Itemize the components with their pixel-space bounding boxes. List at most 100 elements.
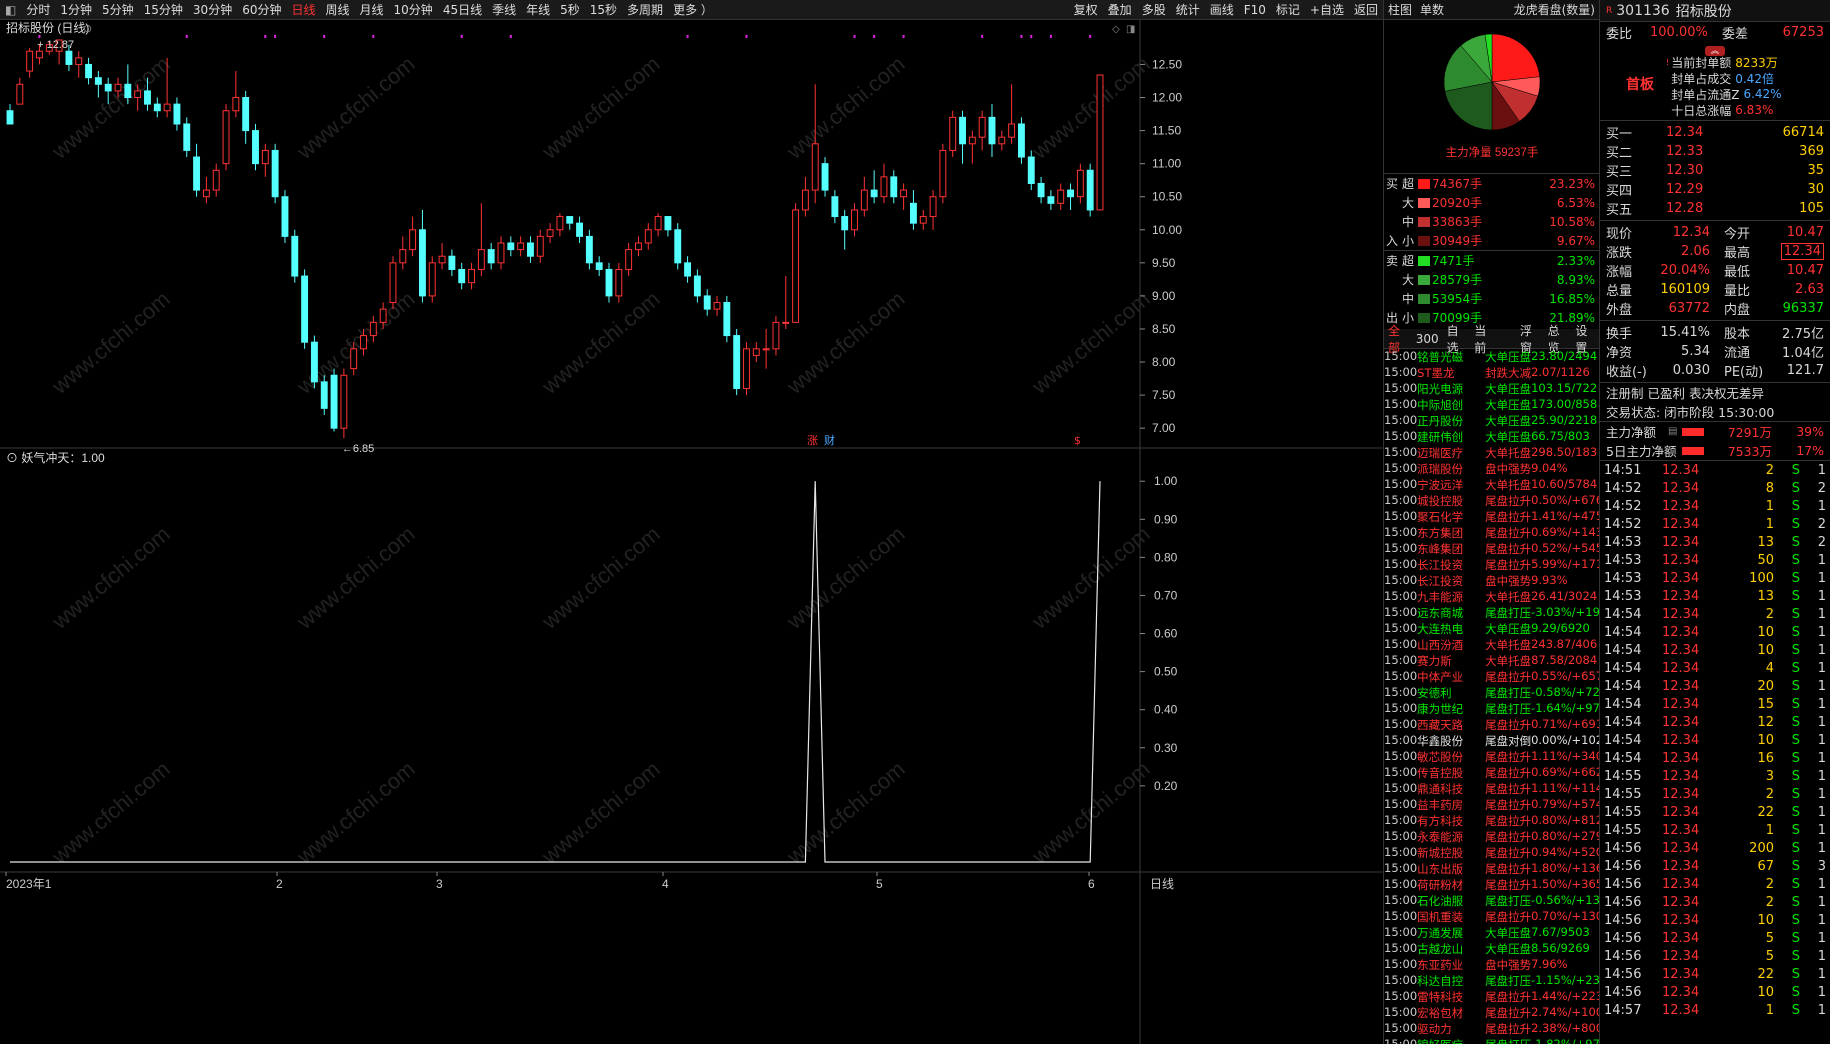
- period-tab[interactable]: 日线: [286, 0, 320, 20]
- radar-item[interactable]: 15:00 雷特科技 尾盘拉升 1.44%/+223: [1384, 989, 1599, 1005]
- radar-item[interactable]: 15:00 阳光电源 大单压盘 103.15/722: [1384, 381, 1599, 397]
- radar-item[interactable]: 15:00 中际旭创 大单压盘 173.00/858: [1384, 397, 1599, 413]
- radar-item[interactable]: 15:00 西藏天路 尾盘拉升 0.71%/+691: [1384, 717, 1599, 733]
- tool-button[interactable]: 多股: [1137, 0, 1171, 20]
- radar-item[interactable]: 15:00 科达自控 尾盘打压 -1.15%/+23: [1384, 973, 1599, 989]
- radar-item[interactable]: 15:00锦好医疗尾盘打压-1.82%/+97: [1384, 1037, 1599, 1044]
- trade-time: 14:52: [1604, 516, 1642, 532]
- bid-row[interactable]: 买三 12.30 35: [1600, 161, 1830, 180]
- period-tab[interactable]: 年线: [521, 0, 555, 20]
- radar-item[interactable]: 15:00 宁波远洋 大单托盘 10.60/5784: [1384, 477, 1599, 493]
- radar-item[interactable]: 15:00 九丰能源 大单托盘 26.41/3024: [1384, 589, 1599, 605]
- panel-toggle-icon[interactable]: ◧: [0, 0, 21, 20]
- y-tick-label: 7.50: [1152, 388, 1176, 402]
- radar-item[interactable]: 15:00 传音控股 尾盘拉升 0.69%/+662: [1384, 765, 1599, 781]
- candle-body: [880, 176, 888, 198]
- trade-side: S: [1791, 696, 1800, 712]
- radar-item[interactable]: 15:00 赛力斯 大单托盘 87.58/2084: [1384, 653, 1599, 669]
- radar-item[interactable]: 15:00 国机重装 尾盘拉升 0.70%/+130: [1384, 909, 1599, 925]
- tool-button[interactable]: 叠加: [1103, 0, 1137, 20]
- radar-item[interactable]: 15:00 敏芯股份 尾盘拉升 1.11%/+340: [1384, 749, 1599, 765]
- chart-area[interactable]: www.cfchi.com www.cfchi.com www.cfchi.com w…: [0, 20, 1383, 1044]
- period-tab[interactable]: 15秒: [585, 0, 622, 20]
- radar-list[interactable]: 15:00 铭普光磁 大单压盘 23.80/2494 15:00 ST墨龙 封跌大减 2.07…: [1384, 349, 1599, 1044]
- radar-item[interactable]: 15:00 永泰能源 尾盘拉升 0.80%/+279: [1384, 829, 1599, 845]
- tool-button[interactable]: 统计: [1171, 0, 1205, 20]
- radar-item[interactable]: 15:00 正丹股份 大单压盘 25.90/2218: [1384, 413, 1599, 429]
- radar-item[interactable]: 15:00 城投控股 尾盘拉升 0.50%/+676: [1384, 493, 1599, 509]
- tool-button[interactable]: 复权: [1069, 0, 1103, 20]
- period-tab[interactable]: 1分钟: [55, 0, 97, 20]
- radar-time: 15:00: [1384, 365, 1418, 379]
- radar-item[interactable]: 15:00 荷研粉材 尾盘拉升 1.50%/+365: [1384, 877, 1599, 893]
- trade-price: 12.34: [1662, 750, 1700, 766]
- radar-item[interactable]: 15:00 山西汾酒 大单托盘 243.87/406: [1384, 637, 1599, 653]
- tool-button[interactable]: +自选: [1305, 0, 1349, 20]
- radar-item[interactable]: 15:00 长江投资 盘中强势 9.93%: [1384, 573, 1599, 589]
- tab-count[interactable]: 单数: [1416, 1, 1448, 18]
- quote-panel: R 301136 招标股份 委比 100.00% 委差 67253 ︽ 首板 !…: [1599, 0, 1830, 1044]
- chart-svg[interactable]: www.cfchi.com www.cfchi.com www.cfchi.com w…: [0, 20, 1383, 1044]
- tool-button[interactable]: F10: [1239, 0, 1271, 20]
- radar-item[interactable]: 15:00 万通发展 大单压盘 7.67/9503: [1384, 925, 1599, 941]
- radar-item[interactable]: 15:00 宏裕包材 尾盘拉升 2.74%/+100: [1384, 1005, 1599, 1021]
- bid-row[interactable]: 买一 12.34 66714: [1600, 123, 1830, 142]
- period-tab[interactable]: 5秒: [555, 0, 585, 20]
- radar-item[interactable]: 15:00 远东商城 尾盘打压 -3.03%/+19: [1384, 605, 1599, 621]
- radar-item[interactable]: 15:00 派瑞股份 盘中强势 9.04%: [1384, 461, 1599, 477]
- radar-item[interactable]: 15:00 驱动力 尾盘拉升 2.38%/+800: [1384, 1021, 1599, 1037]
- period-tab[interactable]: 季线: [487, 0, 521, 20]
- bid-row[interactable]: 买四 12.29 30: [1600, 180, 1830, 199]
- radar-item[interactable]: 15:00 古越龙山 大单压盘 8.56/9269: [1384, 941, 1599, 957]
- radar-item[interactable]: 15:00 石化油服 尾盘打压 -0.56%/+13: [1384, 893, 1599, 909]
- trade-volume: 10: [1757, 912, 1774, 928]
- candle-body: [261, 149, 269, 165]
- radar-item[interactable]: 15:00 益丰药房 尾盘拉升 0.79%/+574: [1384, 797, 1599, 813]
- trade-list[interactable]: 14:51 12.34 2 S 1 14:52 12.34 8 S 2 14:52 12.34 1 S 1 1…: [1600, 461, 1830, 1019]
- period-tab[interactable]: 月线: [355, 0, 389, 20]
- radar-value: -0.58%/+72: [1531, 685, 1599, 699]
- radar-item[interactable]: 15:00 聚石化学 尾盘拉升 1.41%/+475: [1384, 509, 1599, 525]
- radar-item[interactable]: 15:00 东峰集团 尾盘拉升 0.52%/+545: [1384, 541, 1599, 557]
- radar-item[interactable]: 15:00 迈瑞医疗 大单托盘 298.50/183: [1384, 445, 1599, 461]
- tool-button[interactable]: 画线: [1205, 0, 1239, 20]
- radar-item[interactable]: 15:00 东方集团 尾盘拉升 0.69%/+143: [1384, 525, 1599, 541]
- candle-body: [301, 275, 309, 343]
- tool-button[interactable]: 标记: [1271, 0, 1305, 20]
- radar-tab[interactable]: 300: [1412, 332, 1443, 346]
- radar-item[interactable]: 15:00 ST墨龙 封跌大减 2.07/1126: [1384, 365, 1599, 381]
- period-tab[interactable]: 45日线: [438, 0, 487, 20]
- trade-volume: 2: [1765, 606, 1774, 622]
- radar-item[interactable]: 15:00 安德利 尾盘打压 -0.58%/+72: [1384, 685, 1599, 701]
- bid-row[interactable]: 买二 12.33 369: [1600, 142, 1830, 161]
- tool-button[interactable]: 返回: [1349, 0, 1383, 20]
- candle-body: [320, 381, 328, 409]
- trade-count: 1: [1817, 930, 1826, 946]
- seal-key: 封单占流通Z: [1671, 87, 1740, 102]
- bid-row[interactable]: 买五 12.28 105: [1600, 199, 1830, 218]
- period-tab[interactable]: 60分钟: [237, 0, 286, 20]
- period-tab[interactable]: 5分钟: [97, 0, 139, 20]
- period-tab[interactable]: 30分钟: [188, 0, 237, 20]
- period-tab[interactable]: 分时: [21, 0, 55, 20]
- period-tab[interactable]: 周线: [321, 0, 355, 20]
- period-tab[interactable]: 10分钟: [389, 0, 438, 20]
- radar-item[interactable]: 15:00 鼎通科技 尾盘拉升 1.11%/+114: [1384, 781, 1599, 797]
- radar-item[interactable]: 15:00 中体产业 尾盘拉升 0.55%/+657: [1384, 669, 1599, 685]
- radar-kind: 大单压盘: [1485, 414, 1532, 428]
- radar-item[interactable]: 15:00 新城控股 尾盘拉升 0.94%/+520: [1384, 845, 1599, 861]
- radar-item[interactable]: 15:00 大连热电 大单压盘 9.29/6920: [1384, 621, 1599, 637]
- tab-bar-chart[interactable]: 柱图: [1384, 1, 1416, 18]
- radar-item[interactable]: 15:00 长江投资 尾盘拉升 5.99%/+171: [1384, 557, 1599, 573]
- period-tab[interactable]: 更多 ）: [668, 0, 718, 20]
- radar-item[interactable]: 15:00 有方科技 尾盘拉升 0.80%/+812: [1384, 813, 1599, 829]
- radar-item[interactable]: 15:00 康为世纪 尾盘打压 -1.64%/+97: [1384, 701, 1599, 717]
- radar-item[interactable]: 15:00 山东出版 尾盘拉升 1.80%/+136: [1384, 861, 1599, 877]
- trade-row: 14:54 12.34 4 S 1: [1600, 659, 1830, 677]
- radar-item[interactable]: 15:00 建研伟创 大单压盘 66.75/803: [1384, 429, 1599, 445]
- radar-item[interactable]: 15:00 铭普光磁 大单压盘 23.80/2494: [1384, 349, 1599, 365]
- radar-item[interactable]: 15:00 东亚药业 盘中强势 7.96%: [1384, 957, 1599, 973]
- radar-item[interactable]: 15:00 华鑫股份 尾盘对倒 0.00%/+102: [1384, 733, 1599, 749]
- period-tab[interactable]: 15分钟: [139, 0, 188, 20]
- period-tab[interactable]: 多周期: [622, 0, 668, 20]
